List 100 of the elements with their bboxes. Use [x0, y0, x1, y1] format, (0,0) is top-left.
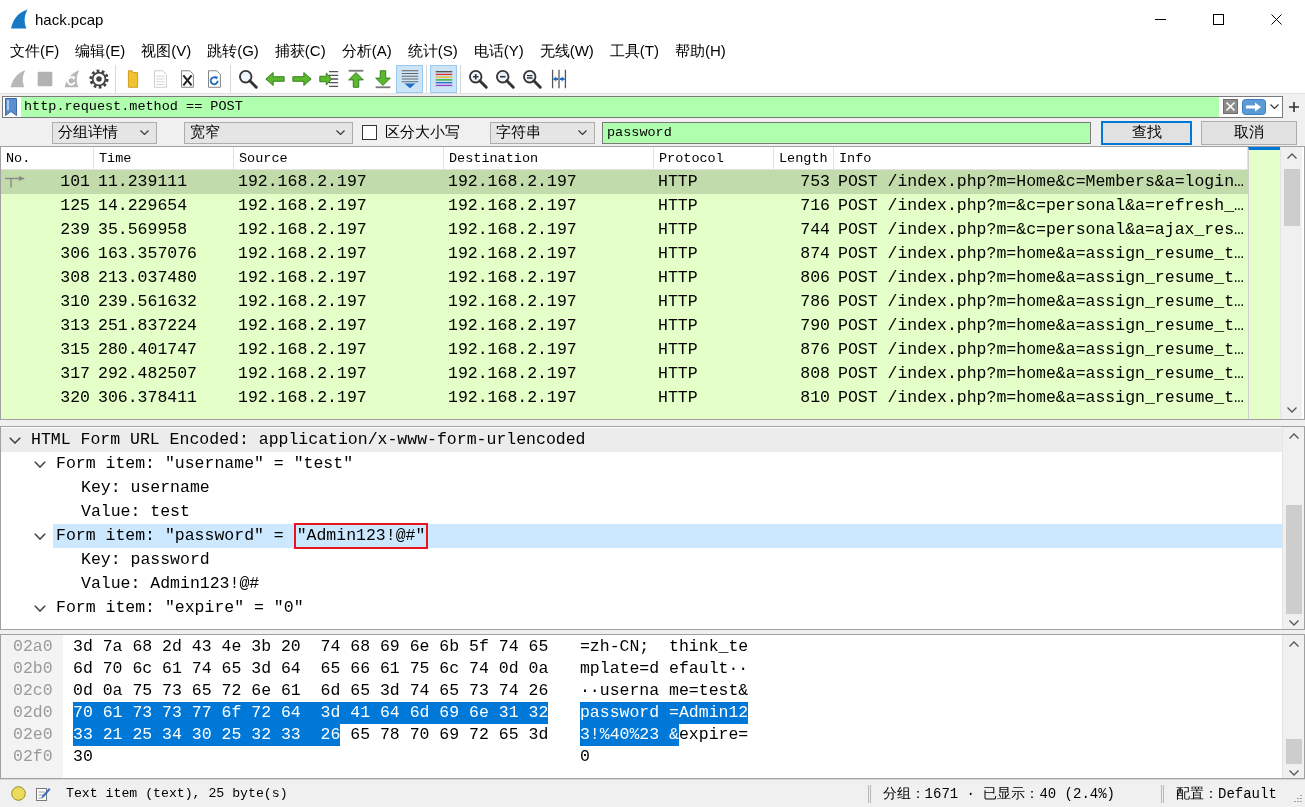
display-filter-input[interactable]: http.request.method == POST	[21, 96, 1219, 117]
table-cell-text: 239	[60, 219, 90, 241]
menu-item[interactable]: 无线(W)	[531, 39, 602, 63]
profile-label[interactable]: 配置：Default	[1161, 784, 1277, 803]
close-icon[interactable]	[1223, 99, 1238, 114]
table-cell-text: 310	[60, 291, 90, 313]
menu-item[interactable]: 文件(F)	[2, 39, 68, 63]
arrow-right-icon[interactable]	[1242, 98, 1266, 115]
table-cell-text: HTTP	[658, 267, 698, 289]
packet-row[interactable]: 101 11.239111 192.168.2.197 192.168.2.197 HTTP 753 POST /index.php?m=Home&c=Members&a=login…	[1, 170, 1248, 194]
ascii-text: 0	[579, 746, 590, 768]
table-cell-text: HTTP	[658, 195, 698, 217]
tree-item[interactable]: HTML Form URL Encoded: application/x-www-form-urlencoded	[28, 428, 589, 452]
table-cell-text: 192.168.2.197	[238, 363, 367, 385]
search-in-dropdown[interactable]: 分组详情	[52, 121, 157, 144]
find-bar-button[interactable]: 查找	[1101, 120, 1192, 145]
table-cell-text: 192.168.2.197	[238, 195, 367, 217]
column-header[interactable]: Protocol	[654, 147, 774, 169]
table-cell-text: POST /index.php?m=home&a=assign_resume_t…	[838, 363, 1244, 385]
find-bar-button[interactable]: 取消	[1201, 120, 1297, 145]
scroll-thumb[interactable]	[1285, 505, 1302, 614]
table-cell-text: 280.401747	[98, 339, 198, 361]
chevron-up-icon[interactable]	[1288, 433, 1299, 439]
table-cell-text: POST /index.php?m=home&a=assign_resume_t…	[838, 339, 1244, 361]
table-cell-text: 716	[800, 195, 830, 217]
window-title: hack.pcap	[35, 10, 104, 28]
table-cell-text: 192.168.2.197	[448, 171, 577, 193]
ascii-text: =zh-CN;	[579, 636, 651, 658]
tree-item[interactable]: Value: Admin123!@#	[78, 572, 263, 596]
table-cell-text: 317	[60, 363, 90, 385]
tree-item[interactable]: Form item: "password" = "Admin123!@#"	[53, 524, 1282, 548]
table-cell-text: HTTP	[658, 243, 698, 265]
table-cell-text: 11.239111	[98, 171, 188, 193]
column-header[interactable]: No.	[1, 147, 94, 169]
tree-item[interactable]: Form item: "username" = "test"	[53, 452, 357, 476]
column-header[interactable]: Destination	[444, 147, 654, 169]
chevron-down-icon[interactable]	[1288, 620, 1299, 626]
char-width-dropdown[interactable]: 宽窄	[184, 121, 353, 144]
ascii-text: &	[669, 724, 679, 746]
status-dot-icon[interactable]	[11, 786, 26, 801]
caret-down-icon	[1270, 104, 1279, 109]
ascii-text: =Admin12	[669, 702, 749, 724]
table-cell-text: 810	[800, 387, 830, 409]
tree-item[interactable]: Key: password	[78, 548, 213, 572]
hex-bytes: 6d 70 6c 61 74 65 3d 64	[73, 658, 301, 680]
table-cell-text: POST /index.php?m=home&a=assign_resume_t…	[838, 291, 1244, 313]
table-cell-text: HTTP	[658, 171, 698, 193]
vertical-scrollbar[interactable]	[1280, 147, 1302, 419]
vertical-scrollbar[interactable]	[1282, 427, 1304, 629]
table-cell-text: HTTP	[658, 291, 698, 313]
search-type-dropdown[interactable]: 字符串	[490, 121, 595, 144]
pencil-note-icon[interactable]	[36, 786, 51, 801]
chevron-down-icon[interactable]	[34, 532, 46, 540]
chevron-down-icon[interactable]	[34, 460, 46, 468]
offset-label: 02c0	[12, 680, 54, 702]
chevron-down-icon[interactable]	[9, 436, 21, 444]
ascii-text: think_te	[669, 636, 749, 658]
column-header[interactable]: Source	[234, 147, 444, 169]
table-cell-text: 192.168.2.197	[238, 339, 367, 361]
menu-item[interactable]: 电话(Y)	[465, 39, 532, 63]
tree-item[interactable]: Key: username	[78, 476, 213, 500]
search-input[interactable]: password	[602, 121, 1091, 144]
menu-item[interactable]: 统计(S)	[399, 39, 466, 63]
chevron-down-icon[interactable]	[1286, 407, 1297, 413]
hex-bytes: 65 78 70 69 72 65 3d	[350, 724, 549, 746]
chevron-up-icon[interactable]	[1286, 153, 1297, 159]
menu-item[interactable]: 捕获(C)	[266, 39, 334, 63]
tree-item[interactable]: Value: test	[78, 500, 193, 524]
scroll-thumb[interactable]	[1285, 739, 1302, 764]
menu-item[interactable]: 帮助(H)	[666, 39, 734, 63]
column-header[interactable]: Time	[94, 147, 234, 169]
caret-down-icon	[336, 130, 345, 135]
menu-item[interactable]: 分析(A)	[333, 39, 400, 63]
hex-bytes: 0d 0a 75 73 65 72 6e 61	[73, 680, 301, 702]
hex-bytes: 70 61 73 73 77 6f 72 64	[73, 702, 321, 724]
chevron-down-icon[interactable]	[34, 604, 46, 612]
ascii-text: mplate=d	[579, 658, 660, 680]
menu-item[interactable]: 编辑(E)	[67, 39, 134, 63]
bookmark-icon[interactable]	[5, 97, 17, 116]
table-cell-text: HTTP	[658, 387, 698, 409]
table-cell-text: POST /index.php?m=&c=personal&a=ajax_res…	[838, 219, 1244, 241]
minimize-icon	[1154, 18, 1166, 20]
ascii-text: 3!%40%23	[579, 724, 670, 746]
hex-bytes: 33 21 25 34 30 25 32 33	[73, 724, 321, 746]
table-cell-text: 239.561632	[98, 291, 198, 313]
plus-icon[interactable]	[1289, 101, 1299, 112]
caret-down-icon	[578, 130, 587, 135]
vertical-scrollbar[interactable]	[1282, 635, 1304, 778]
menu-item[interactable]: 视图(V)	[133, 39, 200, 63]
case-sensitive-checkbox[interactable]	[362, 125, 377, 140]
table-cell-text: HTTP	[658, 219, 698, 241]
menu-item[interactable]: 跳转(G)	[199, 39, 267, 63]
ascii-text: efault··	[669, 658, 749, 680]
chevron-up-icon[interactable]	[1288, 641, 1299, 647]
chevron-down-icon[interactable]	[1288, 770, 1299, 776]
tree-item[interactable]: Form item: "expire" = "0"	[53, 596, 307, 620]
table-cell-text: 786	[800, 291, 830, 313]
column-header[interactable]: Length	[774, 147, 834, 169]
menu-item[interactable]: 工具(T)	[601, 39, 667, 63]
scroll-thumb[interactable]	[1283, 169, 1300, 226]
